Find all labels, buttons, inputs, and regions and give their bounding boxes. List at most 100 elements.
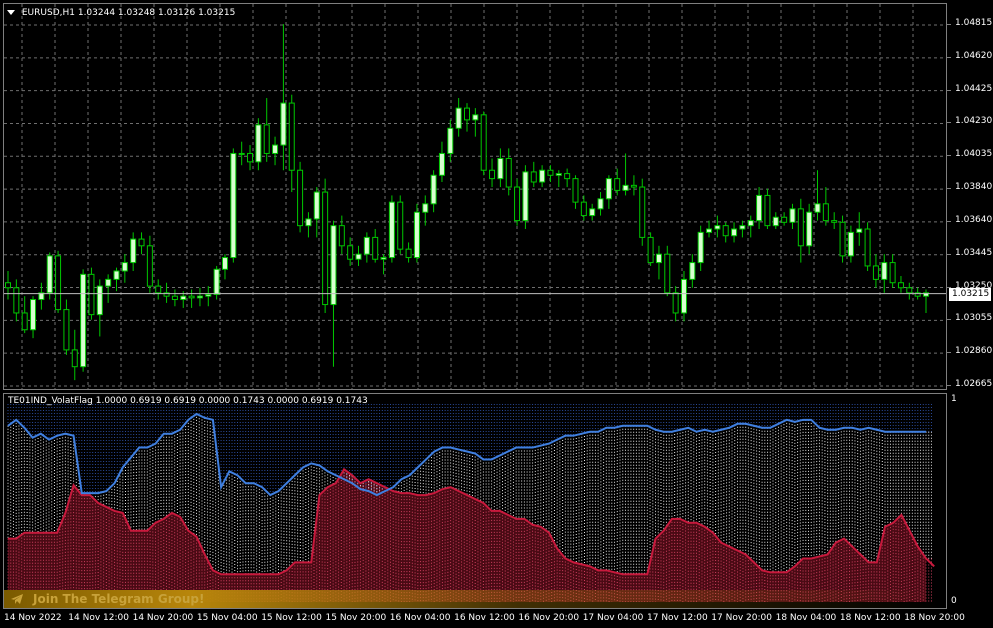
candle-body-bear <box>564 173 571 180</box>
candle-body-bear <box>639 186 646 238</box>
candle-body-bull <box>706 228 713 233</box>
candle-body-bull <box>806 211 813 247</box>
candle-body-bull <box>413 211 420 259</box>
price-axis-tick <box>947 253 951 255</box>
candle-body-bear <box>547 169 554 176</box>
candle-body-bear <box>155 285 162 294</box>
candle-body-bull <box>555 173 562 176</box>
candle-body-bull <box>689 262 696 280</box>
candle-body-bear <box>647 236 654 264</box>
candle-body-bull <box>238 152 245 155</box>
time-axis-label: 15 Nov 04:00 <box>196 613 258 623</box>
candle-body-bull <box>589 208 596 217</box>
candle-body-bear <box>906 287 913 294</box>
candle-body-bull <box>105 278 112 287</box>
candle-body-bull <box>355 253 362 260</box>
candle-body-bear <box>55 255 62 311</box>
candle-body-bear <box>831 220 838 223</box>
candle-body-bear <box>297 169 304 227</box>
candle-body-bear <box>405 248 412 259</box>
candle-body-bull <box>622 184 629 191</box>
candle-body-bull <box>255 124 262 163</box>
price-axis-label: 1.04815 <box>955 18 993 28</box>
candle-body-bear <box>138 238 145 247</box>
time-axis-label: 16 Nov 04:00 <box>389 613 451 623</box>
symbol-info-label: EURUSD,H1 1.03244 1.03248 1.03126 1.0321… <box>21 8 236 18</box>
telegram-banner[interactable]: Join The Telegram Group! <box>4 590 940 608</box>
candle-body-bear <box>897 282 904 289</box>
candle-body-bear <box>171 295 178 301</box>
price-axis-label: 1.04230 <box>955 116 993 127</box>
candle-body-bull <box>731 228 738 237</box>
candle-body-bear <box>614 178 621 191</box>
candle-body-bear <box>505 157 512 188</box>
symbol-header: EURUSD,H1 1.03244 1.03248 1.03126 1.0321… <box>7 8 235 18</box>
telegram-banner-text: Join The Telegram Group! <box>33 592 205 606</box>
candle-body-bull <box>747 220 754 227</box>
time-axis-label: 14 Nov 12:00 <box>68 613 129 623</box>
price-axis-label: 1.04425 <box>955 83 993 94</box>
time-axis-label: 16 Nov 20:00 <box>518 613 580 623</box>
candle-body-bear <box>864 228 871 267</box>
candle-body-bull <box>80 273 87 368</box>
candle-body-bear <box>372 236 379 260</box>
candle-body-bull <box>180 295 187 301</box>
candle-body-bull <box>597 198 604 210</box>
candlestick-chart <box>4 4 946 389</box>
price-axis-label: 1.02665 <box>955 379 993 389</box>
price-axis-label: 1.02860 <box>955 346 993 357</box>
candle-body-bull <box>130 238 137 264</box>
candle-body-bear <box>889 262 896 284</box>
candle-body-bull <box>472 114 479 121</box>
candle-body-bear <box>347 245 354 260</box>
candle-body-bull <box>30 299 37 331</box>
price-axis-tick <box>947 89 951 91</box>
price-axis-label: 1.04035 <box>955 149 993 160</box>
time-axis-label: 17 Nov 20:00 <box>711 613 772 623</box>
candle-body-bull <box>881 262 888 280</box>
price-axis-label: 1.03840 <box>955 182 993 193</box>
indicator-scale-bottom: 0 <box>951 596 957 606</box>
candle-body-bear <box>580 201 587 217</box>
candle-body-bear <box>71 349 78 368</box>
candle-body-bear <box>797 208 804 247</box>
candle-body-bull <box>213 268 220 295</box>
price-axis-tick <box>947 122 951 124</box>
candle-body-bull <box>455 107 462 129</box>
price-chart-pane[interactable]: EURUSD,H1 1.03244 1.03248 1.03126 1.0321… <box>3 3 947 390</box>
candle-body-bear <box>397 201 404 250</box>
candle-body-bear <box>464 107 470 121</box>
candle-body-bear <box>188 295 195 299</box>
time-axis-label: 16 Nov 12:00 <box>454 613 515 623</box>
candle-body-bear <box>146 245 153 287</box>
candle-body-bull <box>313 191 320 220</box>
price-axis-tick <box>947 56 951 58</box>
candle-body-bull <box>430 174 437 205</box>
candle-body-bull <box>221 257 228 270</box>
candle-body-bull <box>789 208 796 223</box>
candle-body-bull <box>680 278 687 314</box>
upper-series-line <box>7 412 926 497</box>
candle-body-bull <box>438 152 445 176</box>
triangle-down-icon[interactable] <box>7 10 15 15</box>
time-axis-label: 17 Nov 12:00 <box>647 613 708 623</box>
time-axis-label: 17 Nov 04:00 <box>582 613 644 623</box>
candle-body-bull <box>305 218 312 227</box>
candle-body-bull <box>113 270 120 280</box>
candle-body-bear <box>839 221 846 257</box>
volatflag-indicator-chart <box>7 404 935 602</box>
candle-body-bull <box>655 253 662 264</box>
candle-body-bull <box>196 295 203 299</box>
candle-body-bear <box>514 186 521 222</box>
candle-body-bear <box>5 282 11 289</box>
candle-body-bull <box>447 127 454 154</box>
candle-body-bull <box>772 216 779 227</box>
candle-body-bear <box>88 273 95 316</box>
candle-body-bull <box>497 157 504 180</box>
candle-body-bear <box>781 216 788 223</box>
candle-body-bull <box>605 178 612 200</box>
price-axis-tick <box>947 188 951 190</box>
indicator-pane[interactable]: TE01IND_VolatFlag 1.0000 0.6919 0.6919 0… <box>3 393 947 609</box>
candle-body-bear <box>63 309 70 351</box>
indicator-scale-top: 1 <box>951 394 957 404</box>
